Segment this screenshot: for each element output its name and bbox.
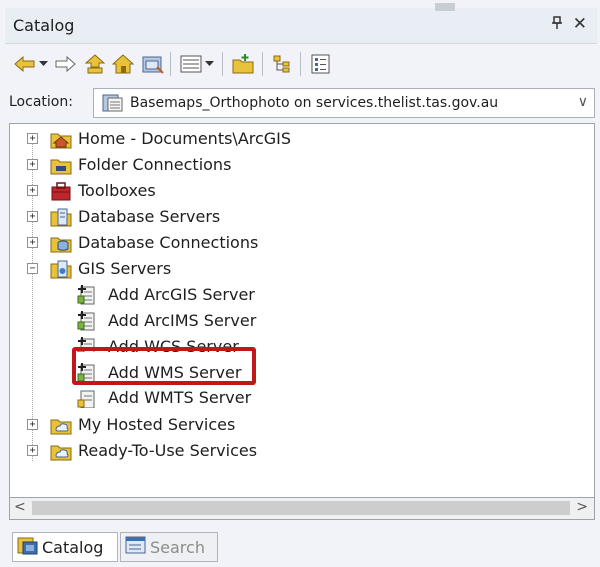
scroll-right-icon[interactable]: > (576, 499, 588, 515)
tab-label: Search (150, 537, 205, 557)
chevron-down-icon[interactable]: ∨ (578, 94, 588, 110)
toolbar-separator (262, 52, 263, 76)
catalog-toolbar (12, 50, 592, 80)
catalog-icon (17, 535, 39, 559)
tree-item-my-hosted-services[interactable]: + My Hosted Services (10, 412, 590, 438)
tree-item-add-arcgis-server[interactable]: Add ArcGIS Server (10, 282, 590, 308)
tree-item-label: Toolboxes (78, 181, 156, 200)
tree-item-label: Add WMTS Server (108, 390, 252, 407)
folder-connections-icon (50, 154, 72, 176)
tab-catalog[interactable]: Catalog (12, 532, 118, 562)
tree-item-label: Database Connections (78, 233, 259, 252)
toolbar-separator (170, 52, 171, 76)
expand-icon[interactable]: + (27, 237, 38, 248)
window-title: Catalog (13, 16, 75, 35)
home-icon[interactable] (110, 50, 136, 78)
pin-icon[interactable] (551, 16, 563, 34)
tree-item-label: Home - Documents\ArcGIS (78, 129, 292, 148)
toolbar-separator (300, 52, 301, 76)
tree-item-label: My Hosted Services (78, 415, 236, 434)
ready-to-use-services-icon (50, 440, 72, 462)
contents-list-icon[interactable] (308, 50, 334, 78)
expand-icon[interactable]: + (27, 419, 38, 430)
gis-servers-icon (50, 258, 72, 280)
tree-item-toolboxes[interactable]: + Toolboxes (10, 178, 590, 204)
search-window-icon (125, 535, 147, 559)
view-options-icon[interactable] (178, 50, 204, 78)
collapse-icon[interactable]: − (27, 263, 38, 274)
highlight-box (72, 347, 256, 385)
close-icon[interactable]: ✕ (573, 14, 587, 34)
location-bar: Location: Basemaps_Orthophoto on service… (5, 85, 597, 119)
wms-layer-icon (102, 93, 124, 117)
horizontal-scrollbar[interactable]: < > (9, 498, 595, 520)
tree-item-ready-to-use-services[interactable]: + Ready-To-Use Services (10, 438, 590, 464)
tree-item-database-servers[interactable]: + Database Servers (10, 204, 590, 230)
add-server-icon (76, 390, 98, 408)
expand-icon[interactable]: + (27, 133, 38, 144)
location-combobox[interactable]: Basemaps_Orthophoto on services.thelist.… (93, 88, 595, 118)
forward-arrow-icon[interactable] (52, 50, 78, 78)
toolbox-icon (50, 180, 72, 202)
tree-item-label: Add ArcIMS Server (108, 311, 257, 330)
expand-icon[interactable]: + (27, 159, 38, 170)
connect-folder-icon[interactable] (140, 50, 166, 78)
database-server-icon (50, 206, 72, 228)
tree-item-label: Database Servers (78, 207, 221, 226)
scroll-left-icon[interactable]: < (14, 499, 26, 515)
dropdown-arrow-icon[interactable] (36, 50, 50, 78)
add-server-icon (76, 284, 98, 306)
expand-icon[interactable]: + (27, 211, 38, 222)
catalog-window: Catalog ✕ Location: Basemaps_Orthophoto … (0, 0, 600, 567)
dropdown-arrow-icon[interactable] (202, 50, 216, 78)
location-value: Basemaps_Orthophoto on services.thelist.… (130, 95, 499, 111)
expand-icon[interactable]: + (27, 445, 38, 456)
expand-icon[interactable]: + (27, 185, 38, 196)
tree-item-folder-connections[interactable]: + Folder Connections (10, 152, 590, 178)
tree-item-label: Ready-To-Use Services (78, 441, 258, 460)
tree-item-database-connections[interactable]: + Database Connections (10, 230, 590, 256)
tree-item-label: GIS Servers (78, 259, 172, 278)
location-label: Location: (9, 94, 73, 110)
toggle-tree-icon[interactable] (270, 50, 296, 78)
tree-item-add-wmts-server[interactable]: Add WMTS Server (10, 390, 590, 408)
database-connection-icon (50, 232, 72, 254)
dock-notch (435, 3, 455, 11)
tree-item-gis-servers[interactable]: − GIS Servers (10, 256, 590, 282)
title-bar: Catalog ✕ (5, 3, 597, 44)
add-server-icon (76, 310, 98, 332)
up-one-level-icon[interactable] (82, 50, 108, 78)
window-tabs: Catalog Search (12, 532, 412, 562)
catalog-tree[interactable]: + Home - Documents\ArcGIS + Folder Conne… (9, 123, 595, 498)
back-arrow-icon[interactable] (12, 50, 38, 78)
add-folder-icon[interactable] (230, 50, 256, 78)
tab-label: Catalog (42, 537, 104, 557)
scrollbar-thumb[interactable] (32, 501, 570, 515)
tree-item-add-arcims-server[interactable]: Add ArcIMS Server (10, 308, 590, 334)
tree-item-label: Folder Connections (78, 155, 232, 174)
toolbar-separator (222, 52, 223, 76)
tree-item-label: Add ArcGIS Server (108, 285, 255, 304)
home-folder-icon (50, 128, 72, 150)
tree-item-home[interactable]: + Home - Documents\ArcGIS (10, 126, 590, 152)
tab-search[interactable]: Search (120, 532, 218, 562)
hosted-services-icon (50, 414, 72, 436)
